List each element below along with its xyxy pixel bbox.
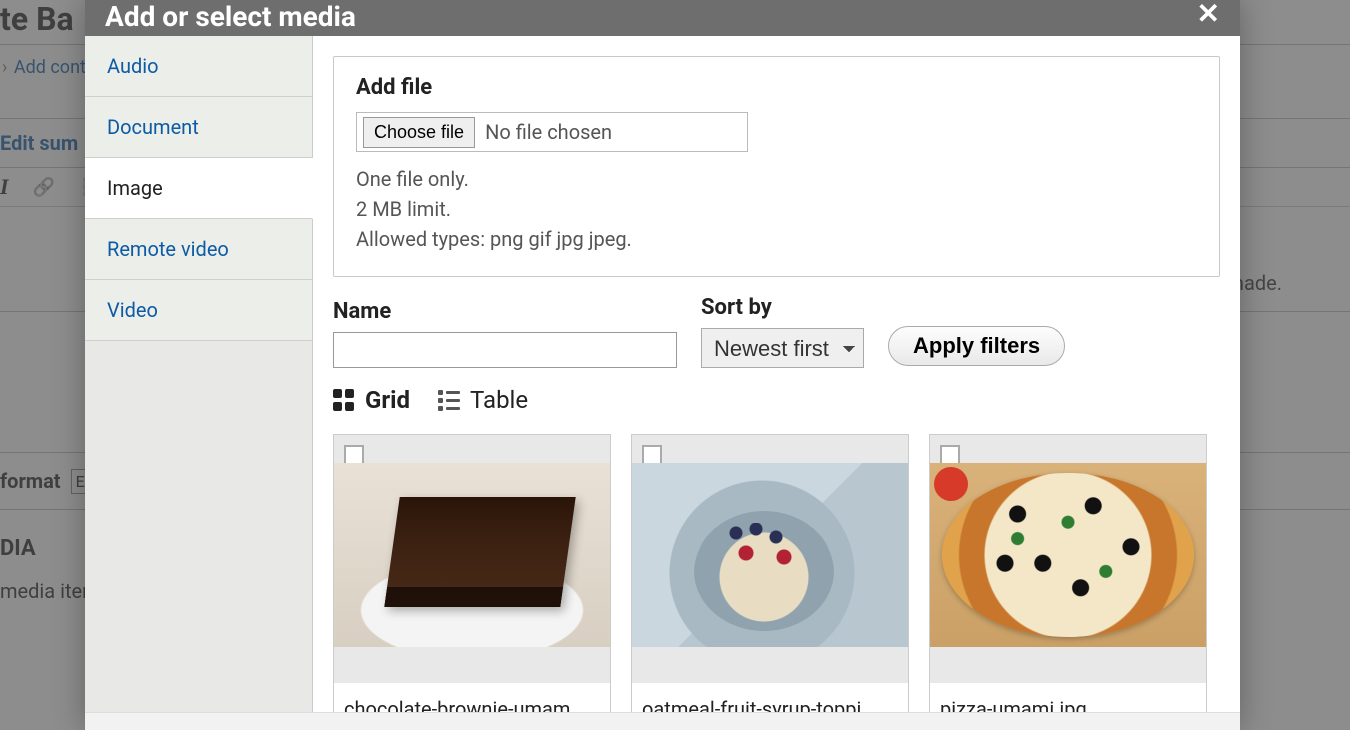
name-input[interactable] <box>333 332 677 368</box>
media-caption: oatmeal-fruit-syrup-toppi… <box>632 683 908 712</box>
sort-label: Sort by <box>701 295 864 320</box>
thumbnail-image <box>632 463 908 647</box>
sidebar-item-image[interactable]: Image <box>85 158 313 219</box>
sort-select[interactable]: Newest first <box>701 328 864 368</box>
add-file-fieldset: Add file Choose file No file chosen One … <box>333 56 1220 277</box>
select-checkbox[interactable] <box>940 445 960 465</box>
view-grid-label: Grid <box>365 386 410 414</box>
file-input-row[interactable]: Choose file No file chosen <box>356 112 748 152</box>
file-hints: One file only. 2 MB limit. Allowed types… <box>356 164 1197 254</box>
hint-size-limit: 2 MB limit. <box>356 194 1197 224</box>
table-icon <box>438 390 460 411</box>
apply-filters-button[interactable]: Apply filters <box>888 326 1065 366</box>
media-caption: chocolate-brownie-umam… <box>334 683 610 712</box>
hint-one-file: One file only. <box>356 164 1197 194</box>
view-grid-button[interactable]: Grid <box>333 386 410 414</box>
view-table-button[interactable]: Table <box>438 386 528 414</box>
sort-filter-field: Sort by Newest first <box>701 295 864 368</box>
grid-icon <box>333 389 355 411</box>
thumbnail-image <box>930 463 1206 647</box>
view-table-label: Table <box>470 386 528 414</box>
media-type-sidebar: Audio Document Image Remote video Video <box>85 36 313 712</box>
sidebar-item-remote-video[interactable]: Remote video <box>85 219 312 280</box>
add-file-legend: Add file <box>356 75 1197 100</box>
sidebar-item-document[interactable]: Document <box>85 97 312 158</box>
media-card[interactable]: oatmeal-fruit-syrup-toppi… <box>631 434 909 712</box>
close-icon[interactable]: ✕ <box>1197 0 1220 28</box>
choose-file-button[interactable]: Choose file <box>363 117 475 148</box>
select-checkbox[interactable] <box>642 445 662 465</box>
thumbnail-image <box>334 463 610 647</box>
view-switch-row: Grid Table <box>333 386 1220 414</box>
media-gallery: chocolate-brownie-umam… oatmeal-fruit-sy… <box>333 434 1220 712</box>
modal-content: Add file Choose file No file chosen One … <box>313 36 1240 712</box>
media-card[interactable]: pizza-umami.jpg <box>929 434 1207 712</box>
sidebar-item-video[interactable]: Video <box>85 280 312 341</box>
no-file-text: No file chosen <box>485 120 612 144</box>
select-checkbox[interactable] <box>344 445 364 465</box>
name-label: Name <box>333 299 677 324</box>
modal-header: Add or select media ✕ <box>85 0 1240 36</box>
media-modal: Add or select media ✕ Audio Document Ima… <box>85 0 1240 730</box>
media-caption: pizza-umami.jpg <box>930 683 1206 712</box>
sidebar-item-audio[interactable]: Audio <box>85 36 312 97</box>
hint-allowed-types: Allowed types: png gif jpg jpeg. <box>356 224 1197 254</box>
media-card[interactable]: chocolate-brownie-umam… <box>333 434 611 712</box>
filter-row: Name Sort by Newest first Apply filters <box>333 295 1220 368</box>
modal-footer <box>85 712 1240 730</box>
name-filter-field: Name <box>333 299 677 368</box>
modal-title: Add or select media <box>105 0 356 33</box>
